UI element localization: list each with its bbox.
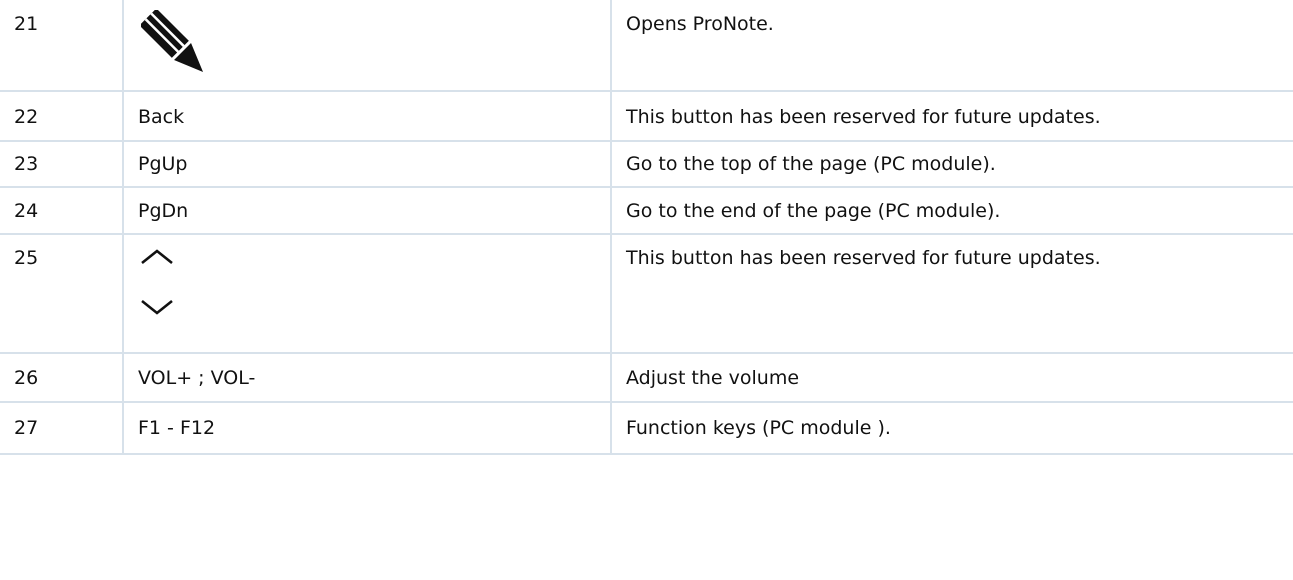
table-row: 22 Back This button has been reserved fo…: [0, 90, 1293, 142]
pencil-icon: [138, 10, 596, 86]
table-row: 24 PgDn Go to the end of the page (PC mo…: [0, 186, 1293, 235]
table-row: 23 PgUp Go to the top of the page (PC mo…: [0, 140, 1293, 188]
table-row: 27 F1 - F12 Function keys (PC module ).: [0, 401, 1293, 455]
description: Go to the end of the page (PC module).: [610, 186, 1293, 235]
row-number: 23: [0, 140, 124, 188]
key-label: PgDn: [122, 186, 612, 235]
chevron-down-icon: [141, 299, 173, 315]
description: Function keys (PC module ).: [610, 401, 1293, 455]
description: Go to the top of the page (PC module).: [610, 140, 1293, 188]
key-label: Back: [122, 90, 612, 142]
row-number: 25: [0, 233, 124, 354]
row-number: 27: [0, 401, 124, 455]
key-cell: [122, 0, 612, 92]
description: Adjust the volume: [610, 352, 1293, 403]
key-label: F1 - F12: [122, 401, 612, 455]
key-label: PgUp: [122, 140, 612, 188]
row-number: 26: [0, 352, 124, 403]
key-label: VOL+ ; VOL-: [122, 352, 612, 403]
key-cell: [122, 233, 612, 354]
row-number: 24: [0, 186, 124, 235]
row-number: 22: [0, 90, 124, 142]
arrow-keys-group: [140, 248, 596, 316]
row-number: 21: [0, 0, 124, 92]
table-row: 21 Opens ProNote.: [0, 0, 1293, 92]
key-reference-table: 21 Opens ProNote. 22 Back This button ha…: [0, 0, 1293, 455]
description: This button has been reserved for future…: [610, 90, 1293, 142]
chevron-up-icon: [141, 249, 173, 265]
description: Opens ProNote.: [610, 0, 1293, 92]
description: This button has been reserved for future…: [610, 233, 1293, 354]
table-row: 25 This button has been reserved for fut…: [0, 233, 1293, 354]
table-row: 26 VOL+ ; VOL- Adjust the volume: [0, 352, 1293, 403]
